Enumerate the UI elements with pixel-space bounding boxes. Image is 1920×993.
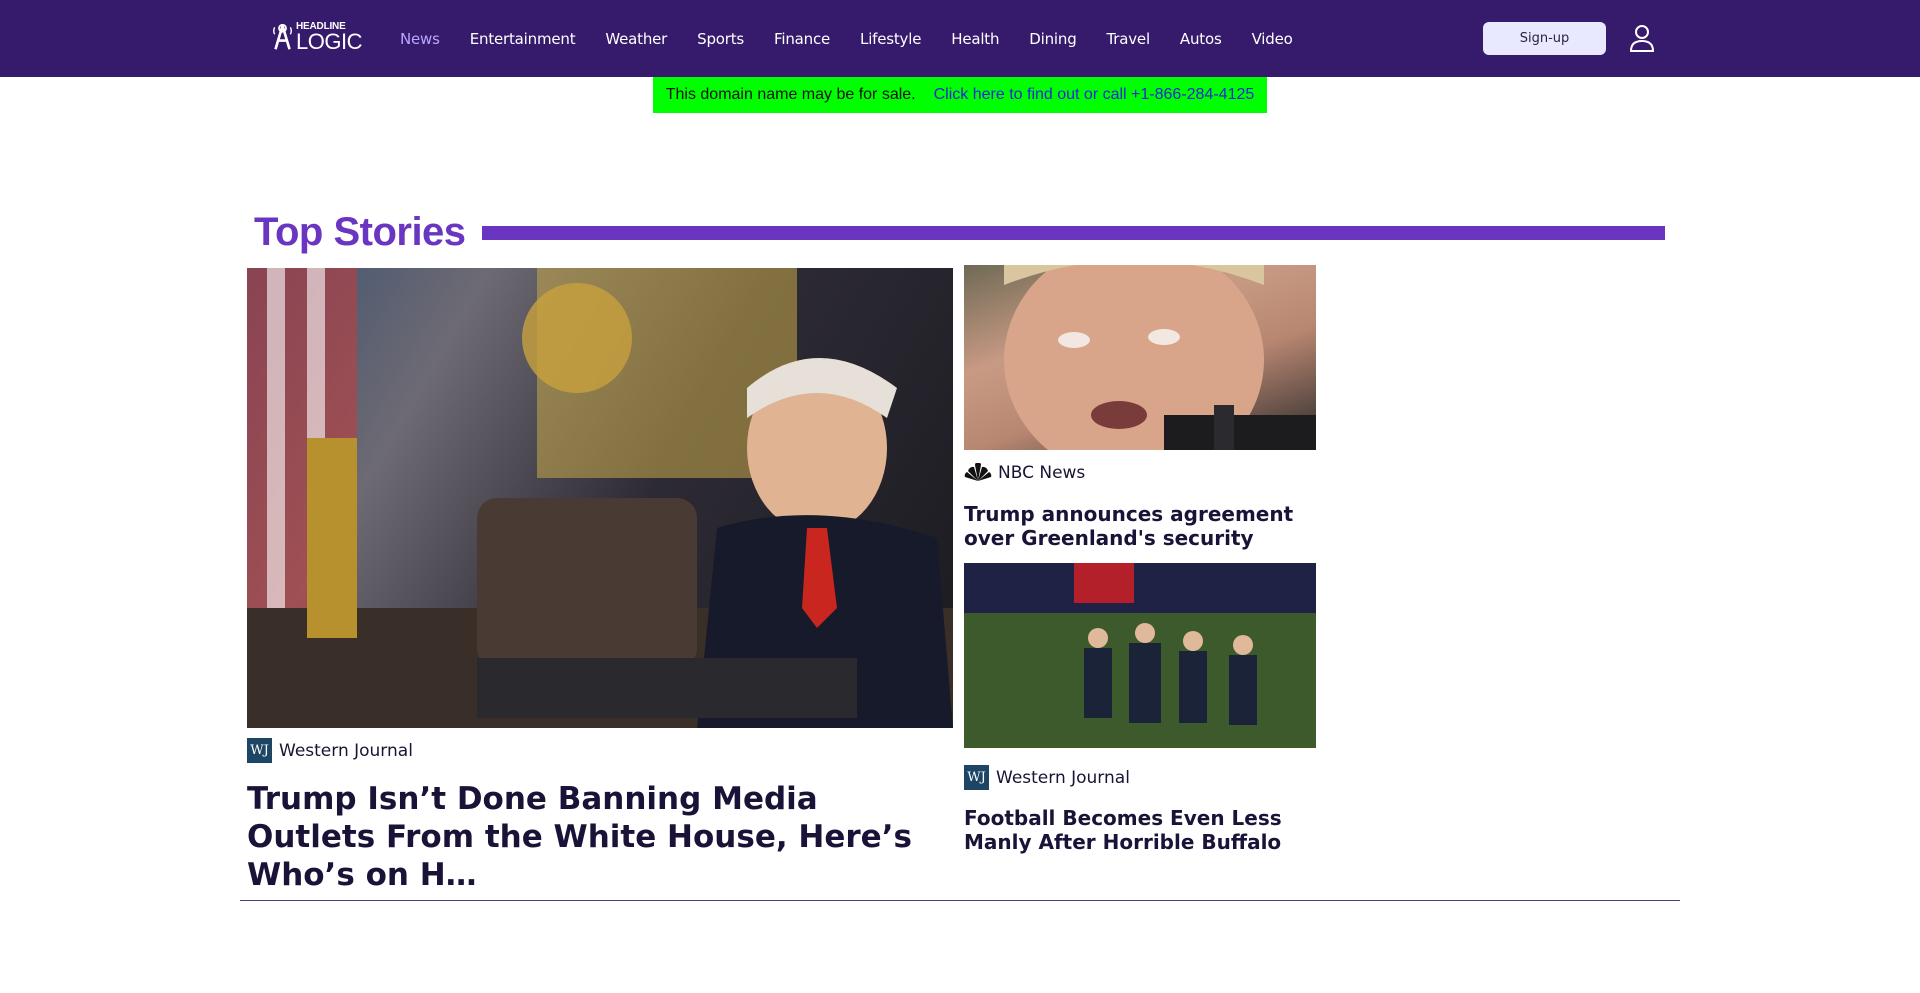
main-nav: News Entertainment Weather Sports Financ… — [400, 0, 1323, 77]
nav-item-entertainment[interactable]: Entertainment — [470, 30, 576, 48]
nav-item-sports[interactable]: Sports — [697, 30, 744, 48]
side-story-1-source: NBC News — [964, 463, 1085, 483]
nav-item-autos[interactable]: Autos — [1180, 30, 1222, 48]
section-title-rule — [482, 226, 1665, 240]
main-story-headline[interactable]: Trump Isn’t Done Banning Media Outlets F… — [247, 780, 927, 894]
western-journal-logo-icon: WJ — [964, 765, 989, 790]
source-name: Western Journal — [279, 740, 413, 761]
nbc-peacock-icon — [964, 463, 992, 481]
logo-text-bottom: LOGIC — [296, 28, 362, 54]
side-story-1-illustration — [1004, 265, 1316, 450]
user-account-icon[interactable] — [1627, 23, 1657, 53]
nav-item-news[interactable]: News — [400, 30, 440, 48]
domain-sale-banner: This domain name may be for sale. Click … — [653, 77, 1267, 113]
side-story-2-image[interactable] — [964, 563, 1316, 748]
western-journal-logo-icon: WJ — [247, 738, 272, 763]
main-story-illustration — [247, 268, 953, 728]
nav-item-dining[interactable]: Dining — [1029, 30, 1076, 48]
side-story-2-source: WJ Western Journal — [964, 765, 1130, 790]
section-title: Top Stories — [254, 210, 466, 254]
main-story-source: WJ Western Journal — [247, 738, 413, 763]
main-story-image[interactable] — [247, 268, 953, 728]
nav-item-travel[interactable]: Travel — [1107, 30, 1151, 48]
sale-banner-text: This domain name may be for sale. — [665, 86, 916, 103]
nav-item-lifestyle[interactable]: Lifestyle — [860, 30, 921, 48]
side-story-1-image[interactable] — [964, 265, 1316, 450]
nav-item-weather[interactable]: Weather — [605, 30, 667, 48]
site-logo[interactable]: HEADLINE LOGIC — [272, 20, 362, 54]
nav-item-video[interactable]: Video — [1252, 30, 1293, 48]
side-story-1-headline[interactable]: Trump announces agreement over Greenland… — [964, 502, 1304, 550]
side-story-2-headline[interactable]: Football Becomes Even Less Manly After H… — [964, 806, 1304, 854]
source-name: NBC News — [998, 463, 1086, 483]
source-name: Western Journal — [996, 767, 1130, 788]
nav-item-health[interactable]: Health — [951, 30, 999, 48]
nav-item-finance[interactable]: Finance — [774, 30, 830, 48]
side-story-2-illustration — [964, 563, 1316, 748]
section-bottom-divider — [240, 900, 1680, 901]
logo-icon — [273, 23, 292, 50]
top-navbar: HEADLINE LOGIC News Entertainment Weathe… — [0, 0, 1920, 77]
sale-banner-link[interactable]: Click here to find out or call +1-866-28… — [934, 86, 1255, 104]
signup-button[interactable]: Sign-up — [1483, 22, 1606, 55]
